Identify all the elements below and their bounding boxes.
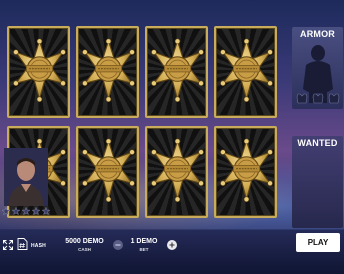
- wanted-star-icon: [32, 207, 40, 215]
- wanted-star-icon: [12, 207, 20, 215]
- sheriff-badge-icon: [219, 38, 274, 103]
- wanted-title: WANTED: [297, 138, 338, 148]
- card-2[interactable]: [76, 26, 139, 118]
- wanted-stars: [2, 207, 50, 215]
- card-6[interactable]: [76, 126, 139, 218]
- sheriff-badge-icon: [150, 138, 205, 203]
- bet-label: BET: [139, 247, 149, 252]
- sheriff-badge-icon: [150, 38, 205, 103]
- wanted-star-icon: [42, 207, 50, 215]
- armor-title: ARMOR: [300, 29, 335, 39]
- wanted-star-icon: [22, 207, 30, 215]
- armor-pieces: [296, 93, 340, 104]
- play-button[interactable]: PLAY: [296, 233, 340, 252]
- armor-vest-icon: [296, 93, 308, 104]
- decrease-bet-button[interactable]: [113, 240, 123, 250]
- sheriff-badge-icon: [219, 138, 274, 203]
- bet-value: 1 DEMO: [130, 238, 158, 245]
- increase-bet-button[interactable]: [167, 240, 177, 250]
- wanted-portrait: [4, 148, 48, 206]
- sheriff-badge-icon: [81, 138, 136, 203]
- card-1[interactable]: [7, 26, 70, 118]
- sheriff-badge-icon: [81, 38, 136, 103]
- card-8[interactable]: [214, 126, 277, 218]
- plus-icon: [169, 242, 175, 248]
- card-4[interactable]: [214, 26, 277, 118]
- wanted-star-icon: [2, 207, 10, 215]
- armor-vest-icon: [328, 93, 340, 104]
- hash-label[interactable]: HASH: [31, 243, 46, 249]
- wanted-panel: WANTED: [292, 136, 343, 228]
- game-screen: ARMOR WANTED HASH 5000 DEMO CASH 1 DEMO …: [0, 0, 344, 274]
- sheriff-badge-icon: [12, 38, 67, 103]
- card-3[interactable]: [145, 26, 208, 118]
- armor-vest-icon: [312, 93, 324, 104]
- cash-value: 5000 DEMO: [65, 238, 104, 245]
- cash-label: CASH: [78, 247, 91, 252]
- card-7[interactable]: [145, 126, 208, 218]
- document-hash-icon[interactable]: [17, 238, 28, 250]
- minus-icon: [115, 244, 121, 246]
- control-bar: [0, 229, 344, 274]
- armor-panel: ARMOR: [292, 27, 343, 109]
- fullscreen-icon[interactable]: [3, 240, 13, 250]
